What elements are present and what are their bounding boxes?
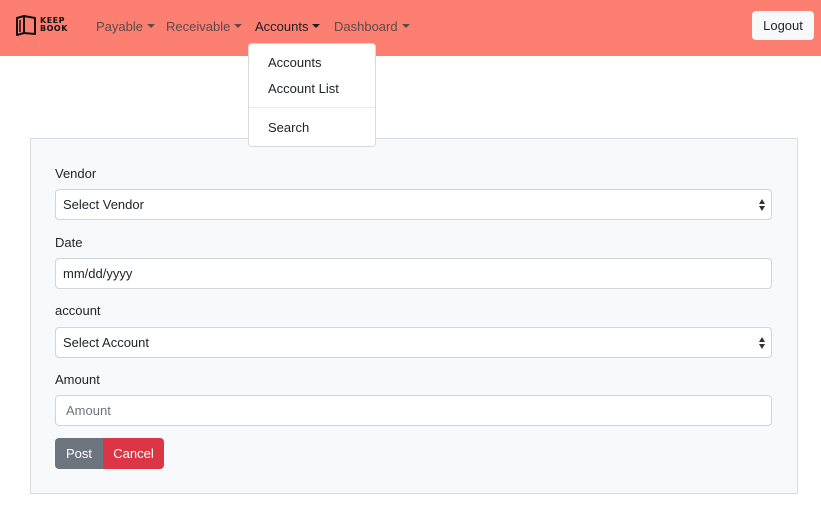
open-book-icon [15,14,37,36]
post-button[interactable]: Post [55,438,103,469]
nav-receivable-label: Receivable [166,18,231,34]
date-input-value: mm/dd/yyyy [63,266,133,281]
brand-name: KEEP BOOK [40,17,68,33]
caret-down-icon [401,24,410,28]
cancel-button[interactable]: Cancel [103,438,164,469]
amount-label: Amount [55,372,100,387]
date-input[interactable]: mm/dd/yyyy [55,258,772,289]
payment-form-card: Vendor Select Vendor Date mm/dd/yyyy acc… [30,138,798,494]
dropdown-item-accounts[interactable]: Accounts [268,55,321,70]
account-select-value: Select Account [63,335,149,350]
brand-logo[interactable]: KEEP BOOK [15,14,68,36]
nav-dashboard-label: Dashboard [334,18,398,34]
vendor-label: Vendor [55,166,97,181]
nav-payable[interactable]: Payable [96,17,155,35]
nav-payable-label: Payable [96,18,143,34]
vendor-select-value: Select Vendor [63,197,144,212]
select-arrows-icon [759,199,765,211]
select-arrows-icon [759,337,765,349]
brand-line-2: BOOK [40,24,68,33]
nav-accounts[interactable]: Accounts [255,17,321,35]
dropdown-divider [249,107,375,108]
date-label: Date [55,235,83,250]
dropdown-item-account-list[interactable]: Account List [268,81,339,96]
amount-input-placeholder: Amount [66,403,111,418]
caret-down-icon [312,24,321,28]
top-navbar: KEEP BOOK Payable Receivable Accounts Da… [0,0,821,56]
account-select[interactable]: Select Account [55,327,772,358]
amount-input[interactable]: Amount [55,395,772,426]
caret-down-icon [234,24,243,28]
accounts-dropdown-menu: Accounts Account List Search [248,43,376,147]
nav-receivable[interactable]: Receivable [166,17,243,35]
vendor-select[interactable]: Select Vendor [55,189,772,220]
logout-button[interactable]: Logout [752,11,814,40]
nav-dashboard[interactable]: Dashboard [334,17,410,35]
nav-accounts-label: Accounts [255,18,309,34]
dropdown-item-search[interactable]: Search [268,120,309,135]
account-label: account [55,303,101,318]
caret-down-icon [146,24,155,28]
